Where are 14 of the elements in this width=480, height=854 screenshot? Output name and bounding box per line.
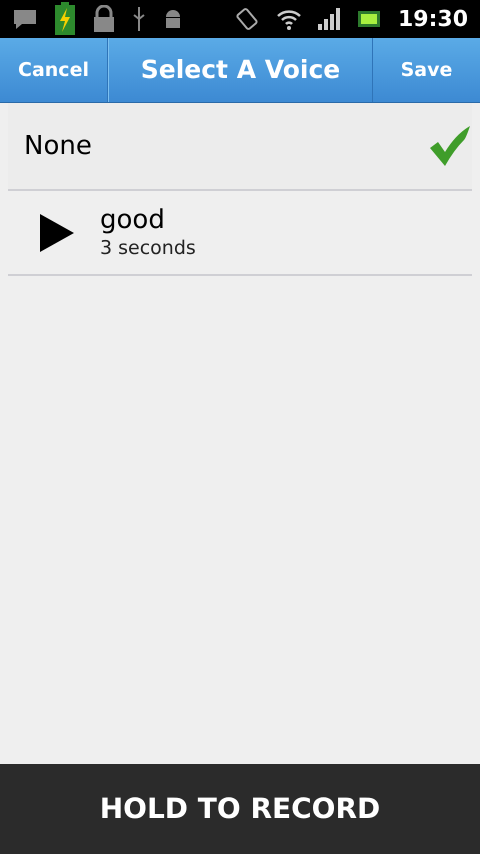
voice-duration: 3 seconds — [100, 236, 197, 261]
play-icon[interactable] — [40, 214, 74, 252]
lock-icon — [92, 5, 116, 33]
battery-icon — [358, 11, 382, 27]
voice-option[interactable]: good 3 seconds — [8, 191, 472, 276]
voice-name: good — [100, 204, 166, 237]
battery-charging-icon — [54, 2, 76, 36]
screen-title: Select A Voice — [108, 38, 372, 102]
chat-icon — [12, 7, 38, 31]
signal-icon — [318, 8, 342, 30]
rotate-icon — [234, 6, 260, 32]
option-label: None — [24, 130, 92, 162]
clock: 19:30 — [398, 6, 468, 34]
record-button[interactable]: HOLD TO RECORD — [0, 764, 480, 854]
